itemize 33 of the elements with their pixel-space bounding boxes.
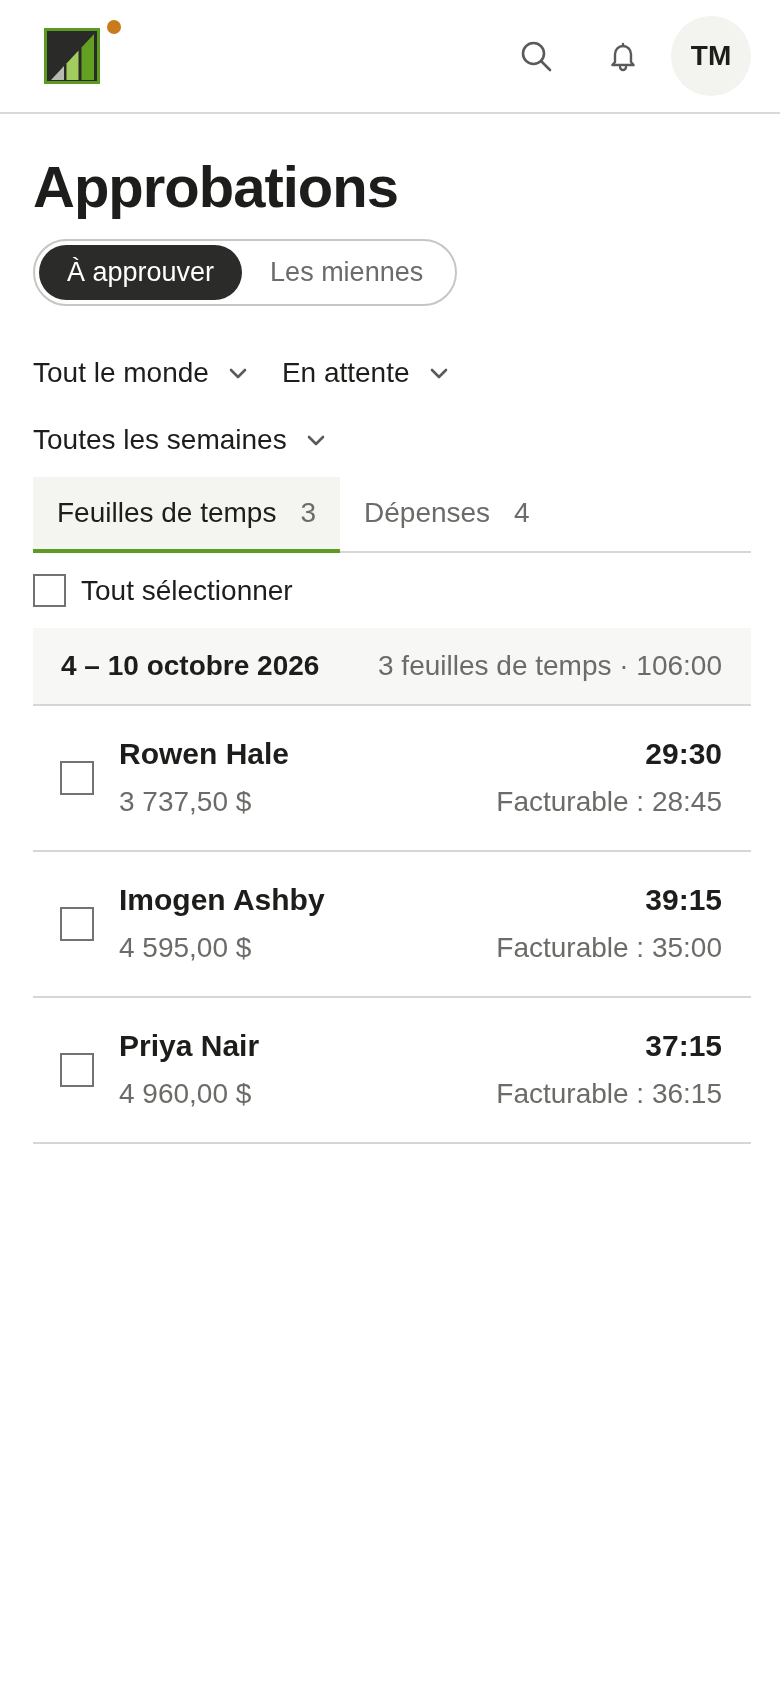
chevron-down-icon — [228, 367, 247, 379]
segment-button[interactable]: À approuver — [39, 245, 243, 300]
week-range: 4 – 10 octobre 2026 — [61, 650, 320, 682]
billable-hours: Facturable : 36:15 — [496, 1077, 722, 1111]
checkbox[interactable] — [33, 574, 66, 607]
total-hours: 29:30 — [645, 736, 722, 772]
tab[interactable]: Feuilles de temps 3 — [33, 477, 340, 553]
chevron-down-icon — [306, 434, 325, 446]
segment-button[interactable]: Les miennes — [242, 245, 452, 300]
page-title: Approbations — [33, 153, 399, 221]
billable-hours: Facturable : 28:45 — [496, 785, 722, 819]
checkbox[interactable] — [60, 907, 94, 941]
search-icon — [520, 40, 552, 72]
total-hours: 37:15 — [645, 1028, 722, 1064]
total-hours: 39:15 — [645, 882, 722, 918]
chevron-down-icon — [429, 367, 448, 379]
checkbox[interactable] — [60, 1053, 94, 1087]
filter-dropdown[interactable]: En attente — [281, 353, 448, 393]
amount-text: 3 737,50 $ — [119, 785, 252, 819]
employee-name[interactable]: Imogen Ashby — [119, 881, 325, 919]
logo-icon[interactable] — [44, 28, 100, 84]
filter-dropdown[interactable]: Tout le monde — [33, 353, 247, 393]
checkbox[interactable] — [60, 761, 94, 795]
filter-dropdown[interactable]: Toutes les semaines — [33, 420, 325, 460]
week-summary: 3 feuilles de temps · 106:00 — [378, 650, 722, 682]
account-avatar[interactable]: TM — [671, 16, 751, 96]
billable-hours: Facturable : 35:00 — [496, 931, 722, 965]
tab[interactable]: Dépenses 4 — [340, 477, 554, 553]
employee-name[interactable]: Rowen Hale — [119, 735, 290, 773]
select-all-label[interactable]: Tout sélectionner — [81, 574, 293, 607]
amount-text: 4 960,00 $ — [119, 1077, 252, 1111]
amount-text: 4 595,00 $ — [119, 931, 252, 965]
employee-name[interactable]: Priya Nair — [119, 1027, 260, 1065]
